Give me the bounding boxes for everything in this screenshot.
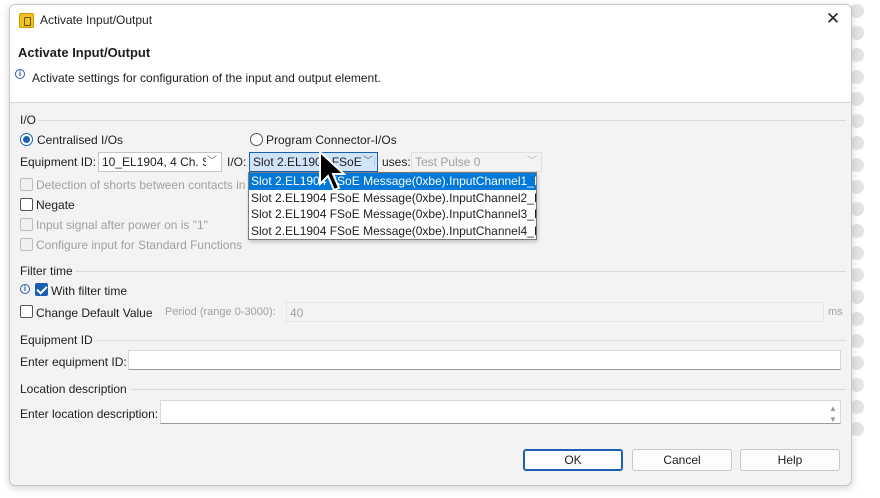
help-button[interactable]: Help: [740, 449, 840, 471]
detection-checkbox[interactable]: [20, 178, 33, 191]
centralised-radio[interactable]: [20, 133, 33, 146]
program-connector-label[interactable]: Program Connector-I/Os: [266, 133, 397, 147]
io-option-3[interactable]: Slot 2.EL1904 FSoE Message(0xbe).InputCh…: [249, 206, 537, 223]
enter-equipment-label: Enter equipment ID:: [20, 355, 127, 369]
background-dots: [850, 0, 880, 498]
info-icon: i: [15, 69, 25, 79]
period-input[interactable]: 40: [286, 302, 824, 322]
configure-input-label: Configure input for Standard Functions: [36, 238, 243, 252]
uses-label: uses:: [382, 155, 411, 169]
activate-io-dialog: Activate Input/Output ✕ Activate Input/O…: [9, 4, 852, 486]
equipment-id-label: Equipment ID:: [20, 155, 97, 169]
io-value: Slot 2.EL1904 FSoE M: [253, 155, 376, 169]
io-group-line: [38, 120, 846, 121]
with-filter-checkbox[interactable]: [35, 283, 48, 296]
input-signal-label: Input signal after power on is "1": [36, 218, 208, 232]
location-group-line: [131, 389, 846, 390]
centralised-label[interactable]: Centralised I/Os: [37, 133, 123, 147]
chevron-down-icon: ﹀: [206, 153, 218, 171]
header-description: Activate settings for configuration of t…: [32, 71, 381, 85]
arrow-up-icon[interactable]: ▲: [827, 403, 839, 414]
ok-button[interactable]: OK: [523, 449, 623, 471]
period-value: 40: [290, 306, 304, 320]
mouse-cursor-icon: [319, 150, 347, 192]
io-combo[interactable]: Slot 2.EL1904 FSoE M ﹀: [249, 152, 378, 172]
program-connector-radio[interactable]: [250, 133, 263, 146]
uses-value: Test Pulse 0: [415, 155, 481, 169]
period-label: Period (range 0-3000):: [165, 306, 276, 318]
info-icon: i: [20, 284, 30, 294]
negate-label[interactable]: Negate: [36, 198, 75, 212]
detection-label: Detection of shorts between contacts in: [36, 178, 246, 192]
cancel-button[interactable]: Cancel: [632, 449, 732, 471]
filter-group-label: Filter time: [20, 264, 73, 278]
close-icon: ✕: [825, 9, 841, 28]
input-signal-checkbox[interactable]: [20, 218, 33, 231]
filter-group-line: [76, 271, 846, 272]
equipment-group-line: [96, 340, 846, 341]
window-title: Activate Input/Output: [40, 13, 153, 27]
equipment-id-input[interactable]: [128, 350, 841, 370]
enter-location-label: Enter location description:: [20, 407, 159, 421]
io-dropdown-list: Slot 2.EL1904 FSoE Message(0xbe).InputCh…: [248, 172, 537, 240]
change-default-label[interactable]: Change Default Value: [36, 306, 153, 320]
close-button[interactable]: ✕: [821, 9, 845, 31]
change-default-checkbox[interactable]: [20, 305, 33, 318]
io-group-label: I/O: [20, 113, 37, 127]
equipment-id-combo[interactable]: 10_EL1904, 4 Ch. Sa ﹀: [98, 152, 222, 172]
chevron-down-icon: ﹀: [526, 153, 538, 171]
equipment-id-value: 10_EL1904, 4 Ch. Sa: [102, 155, 217, 169]
io-option-4[interactable]: Slot 2.EL1904 FSoE Message(0xbe).InputCh…: [249, 223, 537, 240]
configure-input-checkbox[interactable]: [20, 238, 33, 251]
location-group-label: Location description: [20, 382, 127, 396]
header-area: Activate Input/Output i Activate setting…: [10, 35, 851, 103]
uses-combo[interactable]: Test Pulse 0 ﹀: [411, 152, 542, 172]
arrow-down-icon[interactable]: ▼: [827, 414, 839, 425]
io-option-2[interactable]: Slot 2.EL1904 FSoE Message(0xbe).InputCh…: [249, 190, 537, 207]
location-input[interactable]: [160, 400, 841, 424]
with-filter-label[interactable]: With filter time: [51, 284, 127, 298]
title-bar[interactable]: Activate Input/Output ✕: [10, 5, 851, 35]
period-unit: ms: [828, 306, 843, 318]
io-option-1[interactable]: Slot 2.EL1904 FSoE Message(0xbe).InputCh…: [249, 173, 537, 190]
equipment-group-label: Equipment ID: [20, 333, 93, 347]
header-title: Activate Input/Output: [18, 45, 151, 60]
negate-checkbox[interactable]: [20, 198, 33, 211]
chevron-down-icon: ﹀: [362, 153, 374, 171]
location-spin-arrows[interactable]: ▲ ▼: [827, 403, 839, 427]
io-label: I/O:: [227, 155, 247, 169]
app-icon: [19, 13, 34, 28]
